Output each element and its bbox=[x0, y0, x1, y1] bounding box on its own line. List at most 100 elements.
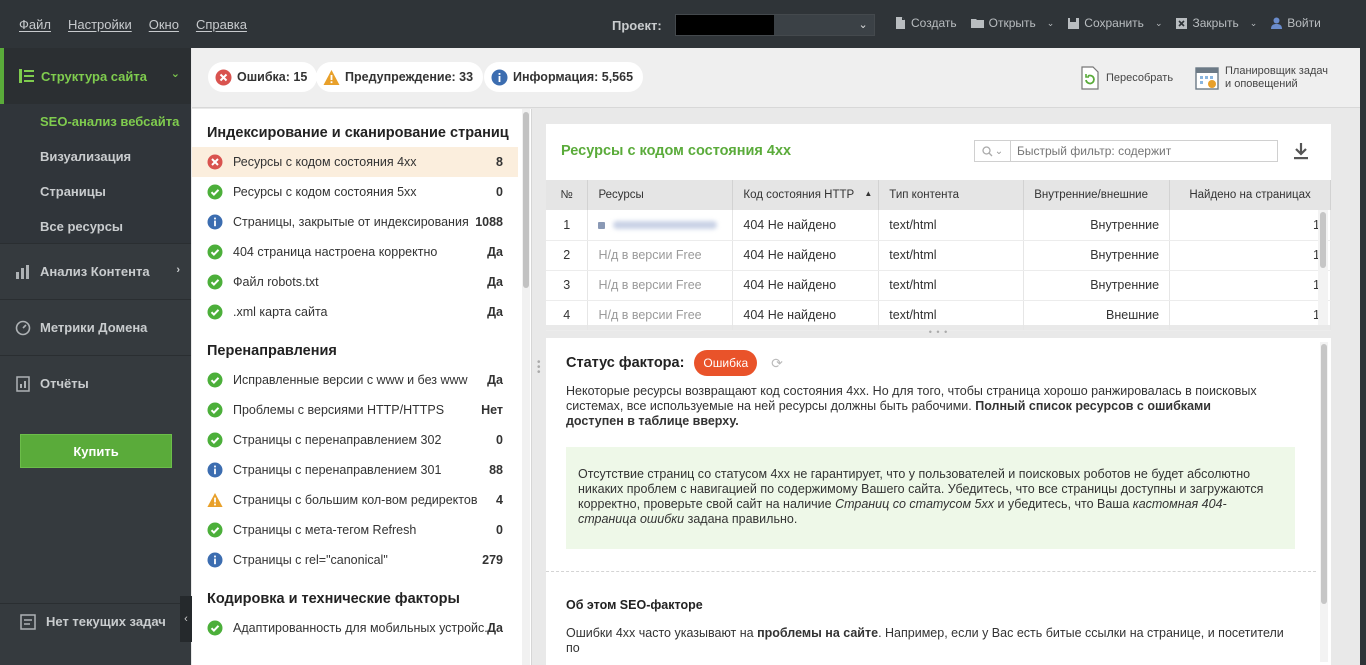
bar-chart-icon bbox=[15, 264, 31, 280]
menu-file[interactable]: Файл bbox=[19, 17, 51, 32]
refresh-icon[interactable]: ⟳ bbox=[771, 355, 783, 372]
table-scrollbar[interactable] bbox=[1318, 210, 1328, 325]
column-header-http-code[interactable]: Код состояния HTTP ▲ bbox=[732, 180, 880, 210]
checklist-item[interactable]: Ресурсы с кодом состояния 5xx 0 bbox=[192, 177, 531, 207]
quick-filter[interactable]: ⌄ bbox=[974, 140, 1278, 162]
factor-status-badge: Ошибка bbox=[694, 350, 758, 376]
checklist-item-label: Страницы с перенаправлением 302 bbox=[233, 433, 442, 447]
checklist-item[interactable]: .xml карта сайта Да bbox=[192, 297, 531, 327]
factor-note: Отсутствие страниц со статусом 4xx не га… bbox=[566, 447, 1295, 549]
note-link-5xx[interactable]: Страниц со статусом 5xx bbox=[835, 497, 994, 511]
checklist-item[interactable]: Страницы, закрытые от индексирования 1088 bbox=[192, 207, 531, 237]
resources-table: № Ресурсы Код состояния HTTP ▲ Тип контен… bbox=[546, 180, 1331, 331]
sidebar-subitem-pages[interactable]: Страницы bbox=[0, 174, 191, 209]
save-icon bbox=[1068, 18, 1080, 29]
detail-scrollbar[interactable] bbox=[1320, 342, 1328, 662]
lock-icon bbox=[598, 221, 606, 229]
check-circle-icon bbox=[207, 522, 223, 538]
checklist-item-value: 8 bbox=[496, 155, 503, 169]
checklist-item-label: Страницы с большим кол-вом редиректов bbox=[233, 493, 478, 507]
sidebar-item-domain-metrics[interactable]: Метрики Домена bbox=[0, 299, 191, 355]
collapse-sidebar-button[interactable]: ‹ bbox=[180, 596, 192, 642]
project-label: Проект: bbox=[612, 17, 662, 33]
sidebar-item-site-structure[interactable]: Структура сайта ⌄ bbox=[0, 48, 191, 104]
resources-table-card: Ресурсы с кодом состояния 4xx ⌄ № Ресурс… bbox=[546, 124, 1331, 331]
checklist-item-value: Да bbox=[487, 305, 503, 319]
calendar-icon bbox=[1195, 67, 1219, 90]
checklist-item-value: 4 bbox=[496, 493, 503, 507]
checklist-item[interactable]: Ресурсы с кодом состояния 4xx 8 bbox=[192, 147, 518, 177]
chevron-down-icon[interactable]: ⌄ bbox=[1155, 18, 1163, 29]
error-count-badge[interactable]: Ошибка: 15 bbox=[208, 62, 318, 92]
about-text: Ошибки 4xx часто указывают на bbox=[566, 626, 758, 640]
scheduler-button[interactable]: Планировщик задач и оповещений bbox=[1195, 65, 1328, 91]
close-label: Закрыть bbox=[1192, 16, 1239, 30]
scrollbar-thumb[interactable] bbox=[1321, 344, 1327, 604]
warning-icon bbox=[207, 492, 223, 508]
table-row[interactable]: 1 404 Не найдено text/html Внутренние 1 bbox=[546, 210, 1331, 241]
cell-content-type: text/html bbox=[878, 210, 1025, 241]
column-header-found-on-pages[interactable]: Найдено на страницах bbox=[1169, 180, 1331, 210]
checklist-item[interactable]: 404 страница настроена корректно Да bbox=[192, 237, 531, 267]
column-header-number[interactable]: № bbox=[546, 180, 589, 210]
checklist-item[interactable]: Страницы с большим кол-вом редиректов 4 bbox=[192, 485, 531, 515]
rebuild-icon bbox=[1081, 66, 1099, 90]
sidebar-item-content-analysis[interactable]: Анализ Контента › bbox=[0, 243, 191, 299]
sidebar-subitem-all-resources[interactable]: Все ресурсы bbox=[0, 209, 191, 243]
checklist-item[interactable]: Файл robots.txt Да bbox=[192, 267, 531, 297]
quick-filter-input[interactable] bbox=[1011, 144, 1271, 158]
checklist-item[interactable]: Страницы с перенаправлением 301 88 bbox=[192, 455, 531, 485]
checklist-group-title[interactable]: Перенаправления bbox=[192, 327, 531, 365]
sidebar-subitem-seo-analysis[interactable]: SEO-анализ вебсайта bbox=[0, 104, 191, 139]
checklist-item[interactable]: Исправленные версии с www и без www Да bbox=[192, 365, 531, 395]
warning-count-badge[interactable]: Предупреждение: 33 bbox=[316, 62, 484, 92]
panel-splitter[interactable]: • • • bbox=[546, 326, 1331, 338]
sidebar-item-reports[interactable]: Отчёты bbox=[0, 355, 191, 411]
column-header-scope[interactable]: Внутренние/внешние bbox=[1023, 180, 1171, 210]
checklist-item-label: Ресурсы с кодом состояния 5xx bbox=[233, 185, 417, 199]
redacted-project-name bbox=[675, 15, 774, 35]
chevron-down-icon[interactable]: ⌄ bbox=[1047, 18, 1055, 29]
checklist-scrollbar[interactable] bbox=[522, 109, 530, 665]
checklist-body: Индексирование и сканирование страниц Рес… bbox=[192, 109, 531, 643]
blurred-url[interactable] bbox=[613, 221, 718, 230]
save-button[interactable]: Сохранить ⌄ bbox=[1068, 16, 1162, 30]
info-icon bbox=[207, 214, 223, 230]
checklist-group-title[interactable]: Кодировка и технические факторы bbox=[192, 575, 531, 613]
chevron-down-icon[interactable]: ⌄ bbox=[1250, 18, 1258, 29]
open-button[interactable]: Открыть ⌄ bbox=[970, 16, 1055, 30]
new-file-icon bbox=[896, 17, 905, 29]
menu-settings[interactable]: Настройки bbox=[68, 17, 132, 32]
column-header-content-type[interactable]: Тип контента bbox=[878, 180, 1025, 210]
table-row[interactable]: 3 Н/д в версии Free 404 Не найдено text/htm… bbox=[546, 270, 1331, 301]
download-icon[interactable] bbox=[1292, 142, 1310, 160]
tasks-status[interactable]: Нет текущих задач bbox=[0, 603, 191, 639]
checklist-item[interactable]: Страницы с rel="canonical" 279 bbox=[192, 545, 531, 575]
table-row[interactable]: 2 Н/д в версии Free 404 Не найдено text/htm… bbox=[546, 240, 1331, 271]
menu-help[interactable]: Справка bbox=[196, 17, 247, 32]
create-label: Создать bbox=[911, 16, 957, 30]
panel-resize-handle[interactable]: • • • bbox=[537, 358, 541, 378]
rebuild-button[interactable]: Пересобрать bbox=[1080, 66, 1173, 90]
menu-window[interactable]: Окно bbox=[149, 17, 179, 32]
column-header-resources[interactable]: Ресурсы bbox=[587, 180, 734, 210]
checklist-item[interactable]: Страницы с мета-тегом Refresh 0 bbox=[192, 515, 531, 545]
sort-ascending-icon: ▲ bbox=[864, 189, 873, 198]
project-dropdown[interactable]: ⌄ bbox=[674, 14, 875, 36]
checklist-item[interactable]: Страницы с перенаправлением 302 0 bbox=[192, 425, 531, 455]
scrollbar-thumb[interactable] bbox=[523, 112, 529, 288]
login-button[interactable]: Войти bbox=[1271, 16, 1321, 30]
checklist-item[interactable]: Адаптированность для мобильных устройс..… bbox=[192, 613, 531, 643]
cell-scope: Внутренние bbox=[1023, 240, 1171, 271]
close-button[interactable]: Закрыть ⌄ bbox=[1176, 16, 1257, 30]
checklist-group-title[interactable]: Индексирование и сканирование страниц bbox=[192, 109, 531, 147]
scrollbar-thumb[interactable] bbox=[1320, 212, 1326, 268]
search-icon[interactable]: ⌄ bbox=[975, 141, 1011, 161]
create-button[interactable]: Создать bbox=[895, 16, 957, 30]
checklist-item[interactable]: Проблемы с версиями HTTP/HTTPS Нет bbox=[192, 395, 531, 425]
folder-icon bbox=[970, 19, 984, 28]
info-count-badge[interactable]: Информация: 5,565 bbox=[484, 62, 644, 92]
divider bbox=[546, 571, 1316, 572]
sidebar-subitem-visualization[interactable]: Визуализация bbox=[0, 139, 191, 174]
buy-button[interactable]: Купить bbox=[20, 434, 172, 468]
